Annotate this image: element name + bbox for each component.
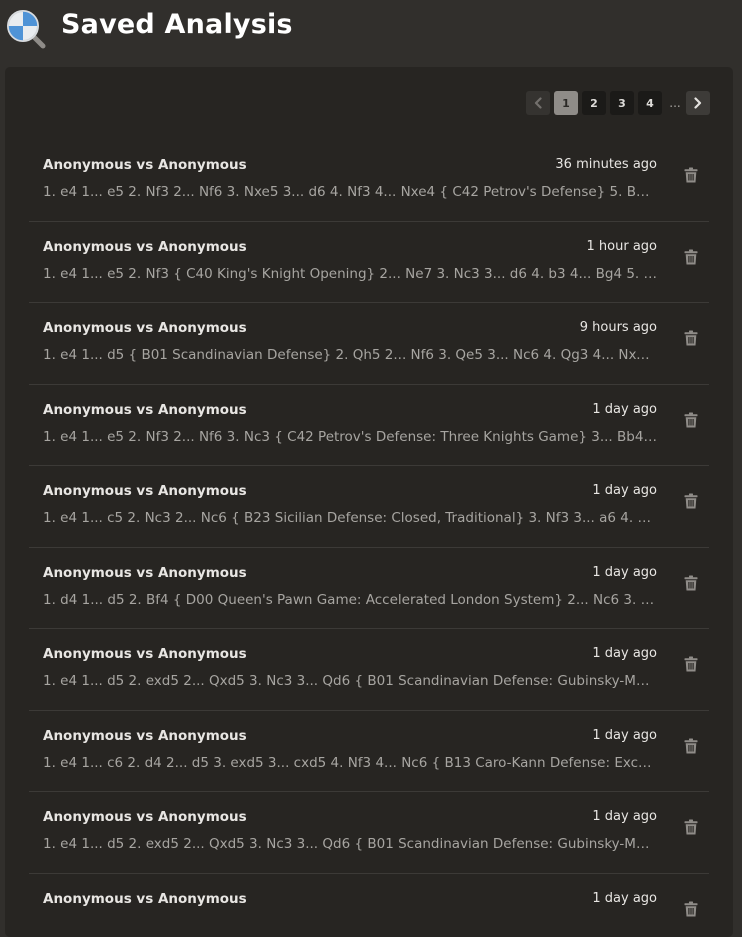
analysis-item[interactable]: Anonymous vs Anonymous 1 day ago 1. d4 1… — [29, 548, 709, 630]
chevron-left-icon — [533, 97, 543, 109]
analysis-moves[interactable]: 1. e4 1... d5 { B01 Scandinavian Defense… — [43, 347, 657, 363]
analysis-players[interactable]: Anonymous vs Anonymous — [43, 483, 247, 499]
analysis-players[interactable]: Anonymous vs Anonymous — [43, 239, 247, 255]
pagination: 1 2 3 4 ... — [522, 91, 710, 115]
delete-analysis-button[interactable] — [683, 166, 699, 184]
next-page-button[interactable] — [686, 91, 710, 115]
analysis-item[interactable]: Anonymous vs Anonymous 36 minutes ago 1.… — [29, 140, 709, 222]
analysis-moves[interactable]: 1. e4 1... e5 2. Nf3 { C40 King's Knight… — [43, 266, 657, 282]
previous-page-button[interactable] — [526, 91, 550, 115]
delete-analysis-button[interactable] — [683, 492, 699, 510]
analysis-moves[interactable]: 1. e4 1... c5 2. Nc3 2... Nc6 { B23 Sici… — [43, 510, 657, 526]
trash-icon — [684, 901, 698, 917]
trash-icon — [684, 412, 698, 428]
page-ellipsis: ... — [666, 91, 684, 115]
page-3-button[interactable]: 3 — [610, 91, 634, 115]
saved-analysis-panel: 1 2 3 4 ... Anonymous vs Anonymous 36 mi… — [5, 67, 733, 937]
analysis-item[interactable]: Anonymous vs Anonymous 1 day ago 1. e4 1… — [29, 385, 709, 467]
trash-icon — [684, 493, 698, 509]
analysis-time: 9 hours ago — [580, 320, 657, 335]
analysis-item[interactable]: Anonymous vs Anonymous 1 day ago 1. e4 1… — [29, 466, 709, 548]
trash-icon — [684, 249, 698, 265]
trash-icon — [684, 330, 698, 346]
trash-icon — [684, 656, 698, 672]
analysis-time: 1 day ago — [592, 809, 657, 824]
analysis-players[interactable]: Anonymous vs Anonymous — [43, 565, 247, 581]
trash-icon — [684, 167, 698, 183]
analysis-players[interactable]: Anonymous vs Anonymous — [43, 320, 247, 336]
delete-analysis-button[interactable] — [683, 248, 699, 266]
analysis-time: 1 day ago — [592, 891, 657, 906]
delete-analysis-button[interactable] — [683, 329, 699, 347]
delete-analysis-button[interactable] — [683, 900, 699, 918]
analysis-item[interactable]: Anonymous vs Anonymous 1 hour ago 1. e4 … — [29, 222, 709, 304]
analysis-players[interactable]: Anonymous vs Anonymous — [43, 402, 247, 418]
analysis-players[interactable]: Anonymous vs Anonymous — [43, 728, 247, 744]
analysis-time: 1 day ago — [592, 402, 657, 417]
delete-analysis-button[interactable] — [683, 411, 699, 429]
analysis-players[interactable]: Anonymous vs Anonymous — [43, 891, 247, 907]
analysis-item[interactable]: Anonymous vs Anonymous 1 day ago — [29, 874, 709, 937]
analysis-moves[interactable]: 1. e4 1... d5 2. exd5 2... Qxd5 3. Nc3 3… — [43, 836, 657, 852]
page-header: Saved Analysis — [0, 0, 742, 60]
magnifier-chess-icon — [5, 8, 47, 50]
trash-icon — [684, 819, 698, 835]
trash-icon — [684, 575, 698, 591]
analysis-players[interactable]: Anonymous vs Anonymous — [43, 809, 247, 825]
analysis-list: Anonymous vs Anonymous 36 minutes ago 1.… — [29, 140, 709, 937]
analysis-item[interactable]: Anonymous vs Anonymous 1 day ago 1. e4 1… — [29, 629, 709, 711]
analysis-time: 1 hour ago — [587, 239, 657, 254]
analysis-moves[interactable]: 1. e4 1... c6 2. d4 2... d5 3. exd5 3...… — [43, 755, 657, 771]
chevron-right-icon — [693, 97, 703, 109]
page-title: Saved Analysis — [61, 9, 293, 40]
page-1-button[interactable]: 1 — [554, 91, 578, 115]
analysis-time: 1 day ago — [592, 728, 657, 743]
analysis-moves[interactable]: 1. d4 1... d5 2. Bf4 { D00 Queen's Pawn … — [43, 592, 657, 608]
trash-icon — [684, 738, 698, 754]
analysis-players[interactable]: Anonymous vs Anonymous — [43, 646, 247, 662]
analysis-time: 1 day ago — [592, 483, 657, 498]
analysis-item[interactable]: Anonymous vs Anonymous 1 day ago 1. e4 1… — [29, 792, 709, 874]
analysis-time: 36 minutes ago — [555, 157, 657, 172]
delete-analysis-button[interactable] — [683, 574, 699, 592]
delete-analysis-button[interactable] — [683, 655, 699, 673]
delete-analysis-button[interactable] — [683, 737, 699, 755]
analysis-players[interactable]: Anonymous vs Anonymous — [43, 157, 247, 173]
analysis-time: 1 day ago — [592, 646, 657, 661]
page-4-button[interactable]: 4 — [638, 91, 662, 115]
analysis-moves[interactable]: 1. e4 1... e5 2. Nf3 2... Nf6 3. Nxe5 3.… — [43, 184, 657, 200]
page-2-button[interactable]: 2 — [582, 91, 606, 115]
delete-analysis-button[interactable] — [683, 818, 699, 836]
analysis-item[interactable]: Anonymous vs Anonymous 1 day ago 1. e4 1… — [29, 711, 709, 793]
analysis-item[interactable]: Anonymous vs Anonymous 9 hours ago 1. e4… — [29, 303, 709, 385]
analysis-moves[interactable]: 1. e4 1... e5 2. Nf3 2... Nf6 3. Nc3 { C… — [43, 429, 657, 445]
analysis-moves[interactable]: 1. e4 1... d5 2. exd5 2... Qxd5 3. Nc3 3… — [43, 673, 657, 689]
analysis-time: 1 day ago — [592, 565, 657, 580]
